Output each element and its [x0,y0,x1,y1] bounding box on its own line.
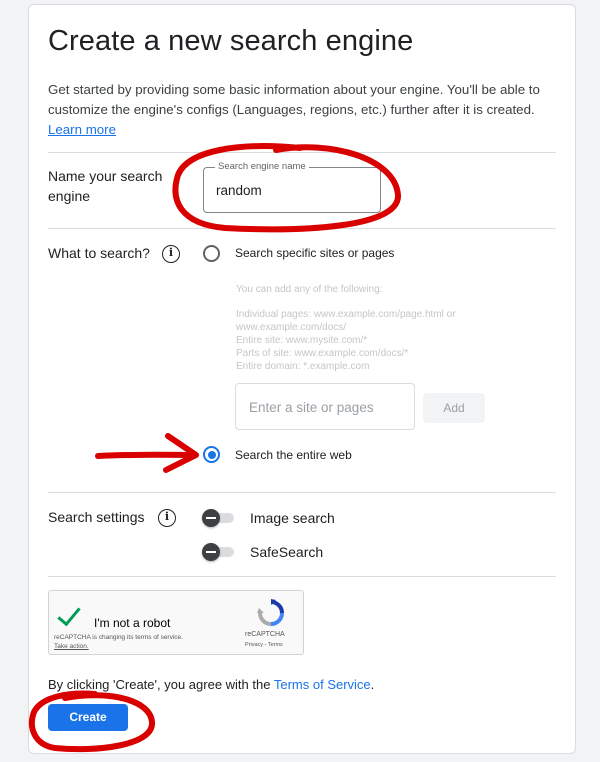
field-value[interactable]: random [216,183,262,198]
hint-list: Individual pages: www.example.com/page.h… [236,308,456,373]
field-legend: Search engine name [215,161,309,172]
captcha-privacy-terms[interactable]: Privacy - Terms [245,642,283,648]
site-input[interactable]: Enter a site or pages [235,383,415,430]
terms-suffix: . [370,677,375,692]
safesearch-toggle[interactable] [202,543,234,561]
search-settings-label: Search settings [48,509,145,525]
hint-line: Entire domain: *.example.com [236,361,370,372]
info-icon[interactable]: i [162,245,180,263]
search-engine-name-field[interactable]: Search engine name random [203,161,381,213]
hint-title: You can add any of the following: [236,284,383,295]
image-search-label: Image search [250,510,335,526]
image-search-toggle[interactable] [202,509,234,527]
name-section-label: Name your search engine [48,168,163,204]
safesearch-label: SafeSearch [250,544,324,560]
divider [48,152,556,153]
radio-specific-sites[interactable] [203,245,220,262]
site-input-placeholder: Enter a site or pages [249,400,374,415]
divider [48,228,556,229]
recaptcha-widget: I'm not a robot reCAPTCHA is changing it… [48,590,304,655]
toggle-thumb [202,543,220,561]
learn-more-link[interactable]: Learn more [48,122,116,137]
captcha-checkbox-checkmark-icon[interactable] [57,601,81,627]
what-to-search-label: What to search? [48,245,150,261]
radio-specific-sites-label[interactable]: Search specific sites or pages [235,246,394,260]
captcha-label: I'm not a robot [94,616,171,630]
page-title: Create a new search engine [48,25,414,57]
captcha-brand: reCAPTCHA [245,631,285,638]
recaptcha-logo-icon [257,599,284,626]
add-button[interactable]: Add [423,393,485,423]
toggle-thumb [202,509,220,527]
hint-line: Entire site: www.mysite.com/* [236,335,368,346]
radio-entire-web[interactable] [203,446,220,463]
terms-of-service-link[interactable]: Terms of Service [274,677,371,692]
create-button[interactable]: Create [48,704,128,731]
captcha-note-text: reCAPTCHA is changing its terms of servi… [54,634,183,641]
radio-entire-web-label[interactable]: Search the entire web [235,448,352,462]
intro-text: Get started by providing some basic info… [48,80,558,140]
terms-prefix: By clicking 'Create', you agree with the [48,677,271,692]
captcha-take-action-link[interactable]: Take action. [54,643,89,650]
intro-description: Get started by providing some basic info… [48,82,540,117]
info-icon[interactable]: i [158,509,176,527]
hint-line: www.example.com/docs/ [236,322,347,333]
hint-line: Individual pages: www.example.com/page.h… [236,309,456,320]
divider [48,576,556,577]
divider [48,492,556,493]
captcha-note: reCAPTCHA is changing its terms of servi… [54,633,183,651]
hint-line: Parts of site: www.example.com/docs/* [236,348,409,359]
terms-text: By clicking 'Create', you agree with the… [48,677,374,692]
